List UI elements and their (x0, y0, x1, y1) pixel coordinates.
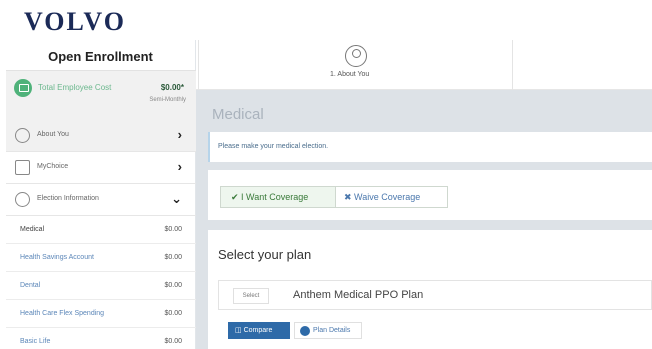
election-label: Medical (20, 226, 45, 233)
compare-icon: ◫ (235, 327, 244, 334)
step-progress: 1. About You (196, 40, 652, 90)
wallet-icon (14, 79, 32, 97)
election-amount: $0.00 (164, 254, 182, 261)
election-amount: $0.00 (164, 310, 182, 317)
x-icon: ✖ (344, 192, 355, 202)
want-coverage-label: I Want Coverage (241, 192, 309, 202)
election-label: Basic Life (20, 338, 51, 345)
election-row-fsa[interactable]: Health Care Flex Spending $0.00 (6, 300, 196, 328)
election-amount: $0.00 (164, 226, 182, 233)
election-row-medical[interactable]: Medical $0.00 (6, 216, 196, 244)
plan-panel: Select your plan Select Anthem Medical P… (208, 230, 652, 349)
election-amount: $0.00 (164, 282, 182, 289)
election-label: Health Care Flex Spending (20, 310, 105, 317)
compare-button[interactable]: ◫ Compare (228, 322, 290, 339)
election-label: Dental (20, 282, 41, 289)
main-content: 1. About You Medical Please make your me… (196, 40, 652, 349)
checkmark-icon: ✔ (231, 192, 242, 202)
chevron-right-icon: › (177, 127, 182, 142)
chevron-right-icon: › (177, 159, 182, 174)
plan-details-button[interactable]: Plan Details (294, 322, 362, 339)
plan-heading: Select your plan (218, 247, 312, 262)
select-plan-button[interactable]: Select (233, 288, 269, 304)
step-divider (512, 40, 513, 90)
coverage-panel: ✔ I Want Coverage ✖ Waive Coverage (208, 170, 652, 220)
election-amount: $0.00 (164, 338, 182, 345)
cost-label: Total Employee Cost (38, 83, 112, 92)
cost-value: $0.00* (160, 83, 184, 92)
check-circle-icon (15, 192, 30, 207)
election-content: Medical Please make your medical electio… (196, 90, 652, 349)
cost-period: Semi-Monthly (149, 97, 186, 103)
step-label-about-you[interactable]: 1. About You (330, 71, 369, 78)
sidebar-item-election-information[interactable]: Election Information ⌄ (6, 184, 196, 216)
waive-coverage-label: Waive Coverage (354, 192, 421, 202)
election-label: Health Savings Account (20, 254, 94, 261)
section-title: Medical (212, 106, 264, 123)
volvo-logo[interactable]: VOLVO (24, 7, 126, 37)
sidebar-item-label: Election Information (37, 195, 99, 202)
sidebar-item-label: About You (37, 131, 69, 138)
calendar-icon (15, 160, 30, 175)
info-icon (300, 326, 310, 336)
sidebar: Open Enrollment Total Employee Cost $0.0… (6, 40, 196, 349)
waive-coverage-button[interactable]: ✖ Waive Coverage (336, 186, 448, 208)
step-divider (198, 40, 199, 90)
sidebar-item-mychoice[interactable]: MyChoice › (6, 152, 196, 184)
plan-option: Select Anthem Medical PPO Plan (218, 280, 652, 310)
instruction-text: Please make your medical election. (218, 143, 329, 150)
instruction-panel: Please make your medical election. (208, 132, 652, 162)
person-circle-icon[interactable] (345, 45, 367, 67)
chevron-down-icon: ⌄ (171, 191, 182, 206)
sidebar-item-label: MyChoice (37, 163, 69, 170)
sidebar-title: Open Enrollment (48, 49, 153, 64)
plan-name: Anthem Medical PPO Plan (293, 289, 424, 301)
want-coverage-button[interactable]: ✔ I Want Coverage (220, 186, 336, 208)
sidebar-item-about-you[interactable]: About You › (6, 120, 196, 152)
election-row-dental[interactable]: Dental $0.00 (6, 272, 196, 300)
plan-details-label: Plan Details (313, 327, 351, 334)
election-row-hsa[interactable]: Health Savings Account $0.00 (6, 244, 196, 272)
person-circle-icon (15, 128, 30, 143)
top-bar: VOLVO (0, 0, 652, 40)
election-row-basic-life[interactable]: Basic Life $0.00 (6, 328, 196, 349)
compare-label: Compare (243, 327, 273, 334)
